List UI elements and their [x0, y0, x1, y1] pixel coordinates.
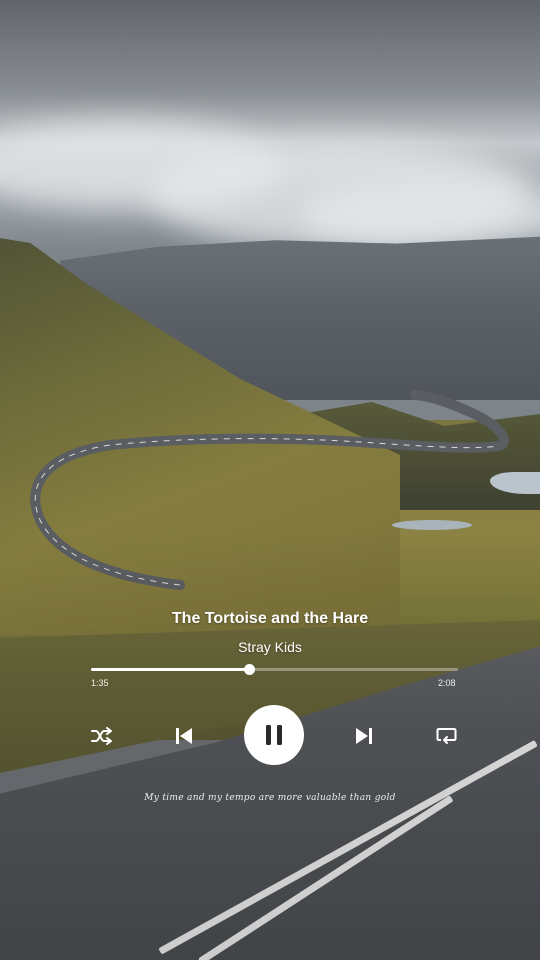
progress-fill [91, 668, 249, 671]
progress-bar[interactable] [91, 664, 458, 675]
song-title: The Tortoise and the Hare [171, 610, 369, 627]
skip-next-icon [356, 728, 372, 744]
overlay [0, 0, 540, 960]
next-button[interactable] [352, 724, 376, 748]
shuffle-icon [91, 727, 112, 745]
lyric-line: My time and my tempo are more valuable t… [144, 793, 396, 803]
total-duration: 2:08 [438, 678, 456, 688]
shuffle-button[interactable] [90, 724, 114, 748]
pause-button[interactable] [244, 705, 304, 765]
repeat-button[interactable] [435, 724, 459, 748]
elapsed-time: 1:35 [91, 678, 109, 688]
artist-name[interactable]: Stray Kids [0, 639, 540, 655]
pause-icon [266, 725, 282, 745]
skip-previous-icon [176, 728, 192, 744]
progress-knob[interactable] [243, 664, 255, 675]
background-landscape [0, 0, 540, 960]
repeat-icon [436, 728, 457, 744]
previous-button[interactable] [172, 724, 196, 748]
